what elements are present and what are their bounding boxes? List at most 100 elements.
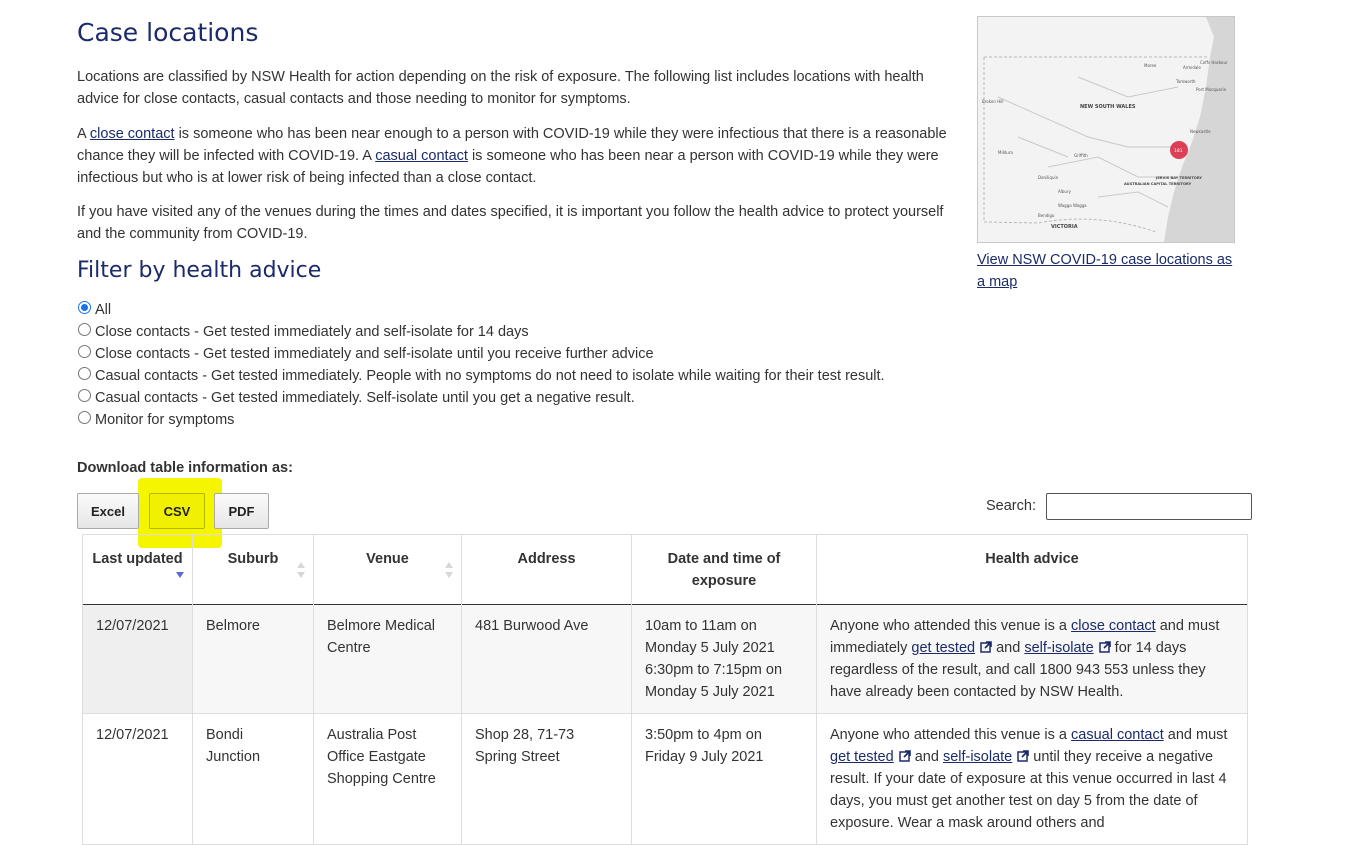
close-contact-link[interactable]: close contact bbox=[1071, 618, 1156, 634]
table-row: 12/07/2021 Belmore Belmore Medical Centr… bbox=[82, 604, 1248, 714]
column-header-address: Address bbox=[461, 534, 632, 605]
column-header-label: Venue bbox=[366, 551, 409, 567]
map-label-bendigo: Bendigo bbox=[1038, 213, 1055, 218]
advice-text: and bbox=[910, 749, 943, 765]
filter-option-all[interactable]: All bbox=[77, 299, 977, 321]
casual-contact-link[interactable]: casual contact bbox=[1071, 727, 1164, 743]
advice-text: and must bbox=[1163, 727, 1228, 743]
map-label-jervis: JERVIS BAY TERRITORY bbox=[1155, 176, 1202, 180]
filter-option-label: Monitor for symptoms bbox=[95, 412, 235, 428]
map-label-deniliquin: Deniliquin bbox=[1038, 175, 1059, 180]
casual-contact-link[interactable]: casual contact bbox=[375, 148, 468, 164]
cell-health-advice: Anyone who attended this venue is a clos… bbox=[816, 604, 1248, 714]
exposure-time: 6:30pm to 7:15pm on Monday 5 July 2021 bbox=[645, 662, 783, 700]
column-header-suburb[interactable]: Suburb bbox=[192, 534, 314, 605]
search-label: Search: bbox=[986, 498, 1036, 514]
sort-both-icon bbox=[297, 562, 305, 578]
external-link-icon bbox=[898, 750, 911, 762]
cell-last-updated: 12/07/2021 bbox=[82, 604, 193, 714]
download-csv-button[interactable]: CSV bbox=[149, 493, 205, 529]
radio-button[interactable] bbox=[78, 410, 91, 424]
search-input[interactable] bbox=[1046, 493, 1252, 520]
radio-button[interactable] bbox=[78, 344, 91, 358]
filter-option-monitor[interactable]: Monitor for symptoms bbox=[77, 409, 977, 431]
download-pdf-button[interactable]: PDF bbox=[214, 493, 269, 529]
get-tested-link[interactable]: get tested bbox=[830, 749, 894, 765]
column-header-venue[interactable]: Venue bbox=[313, 534, 462, 605]
close-contact-link[interactable]: close contact bbox=[90, 126, 175, 142]
filter-option-label: Casual contacts - Get tested immediately… bbox=[95, 390, 635, 406]
page-title: Case locations bbox=[77, 18, 259, 47]
advice-text: and bbox=[992, 640, 1025, 656]
self-isolate-link[interactable]: self-isolate bbox=[943, 749, 1012, 765]
cell-address: 481 Burwood Ave bbox=[461, 604, 632, 714]
get-tested-link[interactable]: get tested bbox=[911, 640, 975, 656]
radio-button[interactable] bbox=[78, 300, 91, 314]
advice-text: Anyone who attended this venue is a bbox=[830, 618, 1072, 634]
column-header-label: Address bbox=[517, 551, 576, 567]
cell-health-advice: Anyone who attended this venue is a casu… bbox=[816, 713, 1248, 845]
intro-paragraph-1: Locations are classified by NSW Health f… bbox=[77, 69, 924, 107]
map-label-armidale: Armidale bbox=[1183, 65, 1201, 70]
map-label-broken-hill: Broken Hill bbox=[982, 99, 1004, 104]
map-label-moree: Moree bbox=[1144, 63, 1157, 68]
intro-paragraph-2: A close contact is someone who has been … bbox=[77, 123, 947, 189]
intro-paragraph-3: If you have visited any of the venues du… bbox=[77, 204, 944, 242]
cell-suburb: Bondi Junction bbox=[192, 713, 314, 845]
radio-button[interactable] bbox=[78, 366, 91, 380]
map-label-wagga: Wagga Wagga bbox=[1058, 203, 1087, 208]
case-locations-map[interactable]: NEW SOUTH WALES VICTORIA AUSTRALIAN CAPI… bbox=[977, 16, 1235, 243]
view-map-link[interactable]: View NSW COVID-19 case locations as a ma… bbox=[977, 252, 1232, 290]
radio-button[interactable] bbox=[78, 388, 91, 402]
cell-date-time: 3:50pm to 4pm on Friday 9 July 2021 bbox=[631, 713, 817, 845]
filter-option-label: Casual contacts - Get tested immediately… bbox=[95, 368, 885, 384]
intro-text: A bbox=[77, 126, 90, 142]
map-label-mildura: Mildura bbox=[998, 150, 1013, 155]
map-link-container: View NSW COVID-19 case locations as a ma… bbox=[977, 249, 1237, 293]
external-link-icon bbox=[1017, 750, 1030, 762]
column-header-label: Last updated bbox=[92, 551, 183, 567]
sort-both-icon bbox=[445, 562, 453, 578]
cell-venue: Australia Post Office Eastgate Shopping … bbox=[313, 713, 462, 845]
column-header-label: Suburb bbox=[227, 551, 279, 567]
column-header-label: Health advice bbox=[985, 551, 1079, 567]
table-header-row: Last updated Suburb Venue Address Date a… bbox=[82, 534, 1248, 605]
map-label-victoria: VICTORIA bbox=[1051, 224, 1078, 230]
download-excel-button[interactable]: Excel bbox=[77, 493, 139, 529]
filter-option-casual-isolate[interactable]: Casual contacts - Get tested immediately… bbox=[77, 387, 977, 409]
cell-suburb: Belmore bbox=[192, 604, 314, 714]
filter-option-casual-no-isolate[interactable]: Casual contacts - Get tested immediately… bbox=[77, 365, 977, 387]
filter-option-label: All bbox=[95, 302, 112, 318]
map-label-nsw: NEW SOUTH WALES bbox=[1080, 104, 1136, 110]
health-advice-filter: All Close contacts - Get tested immediat… bbox=[77, 299, 977, 431]
map-label-griffith: Griffith bbox=[1074, 153, 1088, 158]
table-row: 12/07/2021 Bondi Junction Australia Post… bbox=[82, 713, 1248, 845]
exposure-time: 3:50pm to 4pm on Friday 9 July 2021 bbox=[645, 727, 764, 765]
column-header-health-advice: Health advice bbox=[816, 534, 1248, 605]
map-label-port-macquarie: Port Macquarie bbox=[1196, 87, 1227, 92]
download-label: Download table information as: bbox=[77, 460, 293, 476]
cell-last-updated: 12/07/2021 bbox=[82, 713, 193, 845]
sort-descending-icon bbox=[176, 572, 184, 578]
case-locations-table: Last updated Suburb Venue Address Date a… bbox=[82, 534, 1248, 845]
self-isolate-link[interactable]: self-isolate bbox=[1024, 640, 1093, 656]
external-link-icon bbox=[980, 641, 992, 653]
map-label-newcastle: Newcastle bbox=[1190, 129, 1211, 134]
cell-venue: Belmore Medical Centre bbox=[313, 604, 462, 714]
map-label-act: AUSTRALIAN CAPITAL TERRITORY bbox=[1124, 182, 1192, 186]
external-link-icon bbox=[1098, 641, 1111, 653]
advice-text: Anyone who attended this venue is a bbox=[830, 727, 1072, 743]
column-header-label: Date and time of exposure bbox=[667, 551, 781, 589]
filter-option-label: Close contacts - Get tested immediately … bbox=[95, 324, 529, 340]
filter-option-close-14-days[interactable]: Close contacts - Get tested immediately … bbox=[77, 321, 977, 343]
column-header-last-updated[interactable]: Last updated bbox=[82, 534, 193, 605]
radio-button[interactable] bbox=[78, 322, 91, 336]
nsw-map-image: NEW SOUTH WALES VICTORIA AUSTRALIAN CAPI… bbox=[978, 17, 1234, 242]
case-cluster-count: 181 bbox=[1174, 148, 1183, 154]
filter-heading: Filter by health advice bbox=[77, 258, 322, 283]
map-label-albury: Albury bbox=[1058, 189, 1072, 194]
map-label-coffs: Coffs Harbour bbox=[1200, 60, 1228, 65]
cell-address: Shop 28, 71-73 Spring Street bbox=[461, 713, 632, 845]
column-header-date-time: Date and time of exposure bbox=[631, 534, 817, 605]
filter-option-close-further-advice[interactable]: Close contacts - Get tested immediately … bbox=[77, 343, 977, 365]
